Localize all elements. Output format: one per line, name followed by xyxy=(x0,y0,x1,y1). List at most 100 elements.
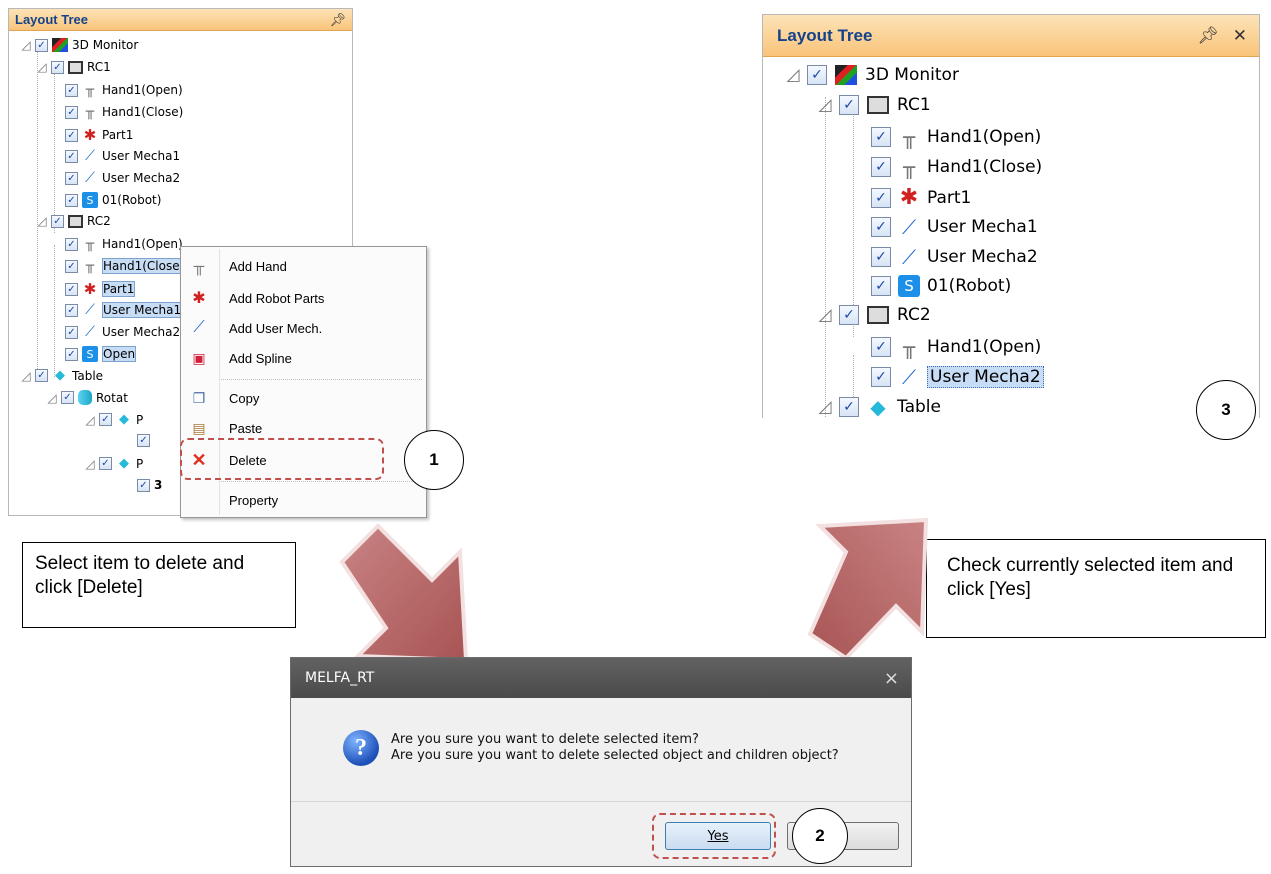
tree-label: User Mecha2 xyxy=(927,366,1044,388)
user-mecha-icon: ⟋ xyxy=(902,245,916,269)
menu-item-copy[interactable]: ❐ Copy xyxy=(181,383,426,413)
tree-row[interactable]: ◿ ✓ RC2 xyxy=(815,305,931,325)
tree-row[interactable]: ◿ ✓ RC1 xyxy=(35,60,110,74)
tree-row[interactable]: ✓ ╥ Hand1(Open) xyxy=(871,125,1041,149)
tree-row[interactable]: ◿ ✓ ◆ P xyxy=(83,456,143,471)
checkbox[interactable]: ✓ xyxy=(35,38,48,52)
checkbox[interactable]: ✓ xyxy=(51,60,64,74)
checkbox[interactable]: ✓ xyxy=(871,157,891,177)
pin-icon[interactable]: 📌︎ xyxy=(1197,26,1219,46)
tree-row[interactable]: ✓ xyxy=(137,434,150,447)
tree-row[interactable]: ✓ ╥ Hand1(Open) xyxy=(65,236,183,252)
tree-label: Part1 xyxy=(927,187,972,208)
checkbox[interactable]: ✓ xyxy=(65,193,78,207)
hand-icon: ╥ xyxy=(902,155,916,179)
tree-row[interactable]: ◿ ✓ RC1 xyxy=(815,95,931,115)
checkbox[interactable]: ✓ xyxy=(65,347,78,361)
menu-label: Paste xyxy=(229,420,263,436)
tree-row[interactable]: ✓ S 01(Robot) xyxy=(65,192,161,208)
checkbox[interactable]: ✓ xyxy=(61,391,74,404)
tree-row[interactable]: ✓ ✱ Part1 xyxy=(65,126,133,144)
tree-row-selected[interactable]: ✓ ✱ Part1 xyxy=(65,280,136,298)
tree-row[interactable]: ✓ ╥ Hand1(Close) xyxy=(65,104,183,120)
checkbox[interactable]: ✓ xyxy=(65,83,78,97)
dialog-message-2: Are you sure you want to delete selected… xyxy=(391,748,839,763)
checkbox[interactable]: ✓ xyxy=(35,369,48,382)
tree-label: Hand1(Open) xyxy=(102,237,183,251)
copy-icon: ❐ xyxy=(192,389,206,406)
checkbox[interactable]: ✓ xyxy=(807,65,827,85)
checkbox[interactable]: ✓ xyxy=(871,187,891,208)
tree-row[interactable]: ◿ ✓ ◆ Table xyxy=(815,395,941,418)
menu-item-add-robot-parts[interactable]: ✱ Add Robot Parts xyxy=(181,283,426,313)
menu-item-add-user-mech[interactable]: ⟋ Add User Mech. xyxy=(181,313,426,343)
tree-row[interactable]: ✓ ╥ Hand1(Close) xyxy=(871,155,1042,179)
checkbox[interactable]: ✓ xyxy=(839,305,859,325)
tree-row[interactable]: ✓ 3 xyxy=(137,478,162,492)
tree-row[interactable]: ◿ ✓ ◆ P xyxy=(83,412,143,427)
tree-label: 3D Monitor xyxy=(865,65,959,85)
tree-row[interactable]: ✓ ╥ Hand1(Open) xyxy=(871,335,1041,359)
close-icon[interactable]: × xyxy=(884,668,899,689)
note-text: Select item to delete and click [Delete] xyxy=(35,553,245,598)
tree-row[interactable]: ◿ ✓ Rotat xyxy=(45,390,128,405)
hand-icon: ╥ xyxy=(193,257,205,275)
tree-label: RC2 xyxy=(87,214,111,228)
tree-row-selected[interactable]: ✓ S Open xyxy=(65,346,137,362)
tree-row-selected[interactable]: ✓ ⟋ User Mecha1 xyxy=(65,302,183,318)
pin-icon[interactable]: 📌︎ xyxy=(329,12,346,28)
checkbox[interactable]: ✓ xyxy=(99,457,112,470)
checkbox[interactable]: ✓ xyxy=(65,128,78,142)
checkbox[interactable]: ✓ xyxy=(871,337,891,357)
tree-row[interactable]: ✓ ⟋ User Mecha2 xyxy=(65,170,180,186)
tree-row[interactable]: ◿ ✓ 3D Monitor xyxy=(783,65,959,85)
tree-row[interactable]: ✓ ╥ Hand1(Open) xyxy=(65,82,183,98)
checkbox[interactable]: ✓ xyxy=(137,434,150,447)
tree-label: 3 xyxy=(154,478,163,492)
checkbox[interactable]: ✓ xyxy=(65,237,78,251)
dialog-message-1: Are you sure you want to delete selected… xyxy=(391,732,699,747)
tree-row[interactable]: ◿ ✓ 3D Monitor xyxy=(19,38,138,52)
tree-row[interactable]: ◿ ✓ RC2 xyxy=(35,214,111,228)
close-icon[interactable]: ✕ xyxy=(1233,26,1247,46)
tree-label: P xyxy=(136,456,144,471)
checkbox[interactable]: ✓ xyxy=(65,259,78,273)
menu-item-add-hand[interactable]: ╥ Add Hand xyxy=(181,251,426,281)
checkbox[interactable]: ✓ xyxy=(51,214,64,228)
checkbox[interactable]: ✓ xyxy=(871,367,891,387)
checkbox[interactable]: ✓ xyxy=(839,397,859,417)
tree-row[interactable]: ✓ ⟋ User Mecha1 xyxy=(871,215,1038,239)
menu-item-add-spline[interactable]: ▣ Add Spline xyxy=(181,343,426,373)
tree-row-selected[interactable]: ✓ ⟋ User Mecha2 xyxy=(871,365,1044,389)
step-number: 3 xyxy=(1221,400,1231,419)
tree-row[interactable]: ◿ ✓ ◆ Table xyxy=(19,368,103,383)
checkbox[interactable]: ✓ xyxy=(137,478,150,492)
checkbox[interactable]: ✓ xyxy=(839,95,859,115)
tree-row[interactable]: ✓ ⟋ User Mecha2 xyxy=(871,245,1038,269)
3d-monitor-icon xyxy=(52,38,68,52)
checkbox[interactable]: ✓ xyxy=(65,282,78,296)
tree-label: RC2 xyxy=(897,305,931,325)
tree-row[interactable]: ✓ ⟋ User Mecha2 xyxy=(65,324,180,340)
tree-row[interactable]: ✓ S 01(Robot) xyxy=(871,275,1011,297)
checkbox[interactable]: ✓ xyxy=(65,171,78,185)
tree-label: User Mecha2 xyxy=(927,247,1038,267)
tree-label: Open xyxy=(102,346,137,362)
user-mecha-icon: ⟋ xyxy=(193,319,205,336)
checkbox[interactable]: ✓ xyxy=(65,303,78,317)
tree-label: User Mecha1 xyxy=(927,217,1038,237)
checkbox[interactable]: ✓ xyxy=(871,247,891,267)
tree-row-selected[interactable]: ✓ ╥ Hand1(Close) xyxy=(65,258,186,274)
checkbox[interactable]: ✓ xyxy=(65,325,78,339)
checkbox[interactable]: ✓ xyxy=(99,413,112,426)
up-right-arrow xyxy=(807,517,929,661)
tree-row[interactable]: ✓ ⟋ User Mecha1 xyxy=(65,148,180,164)
checkbox[interactable]: ✓ xyxy=(65,149,78,163)
checkbox[interactable]: ✓ xyxy=(871,217,891,237)
tree-row[interactable]: ✓ ✱ Part1 xyxy=(871,185,971,210)
checkbox[interactable]: ✓ xyxy=(871,276,891,296)
checkbox[interactable]: ✓ xyxy=(65,105,78,119)
right-panel-header: Layout Tree 📌︎ ✕ xyxy=(763,15,1259,57)
checkbox[interactable]: ✓ xyxy=(871,127,891,147)
menu-label: Copy xyxy=(229,390,260,406)
